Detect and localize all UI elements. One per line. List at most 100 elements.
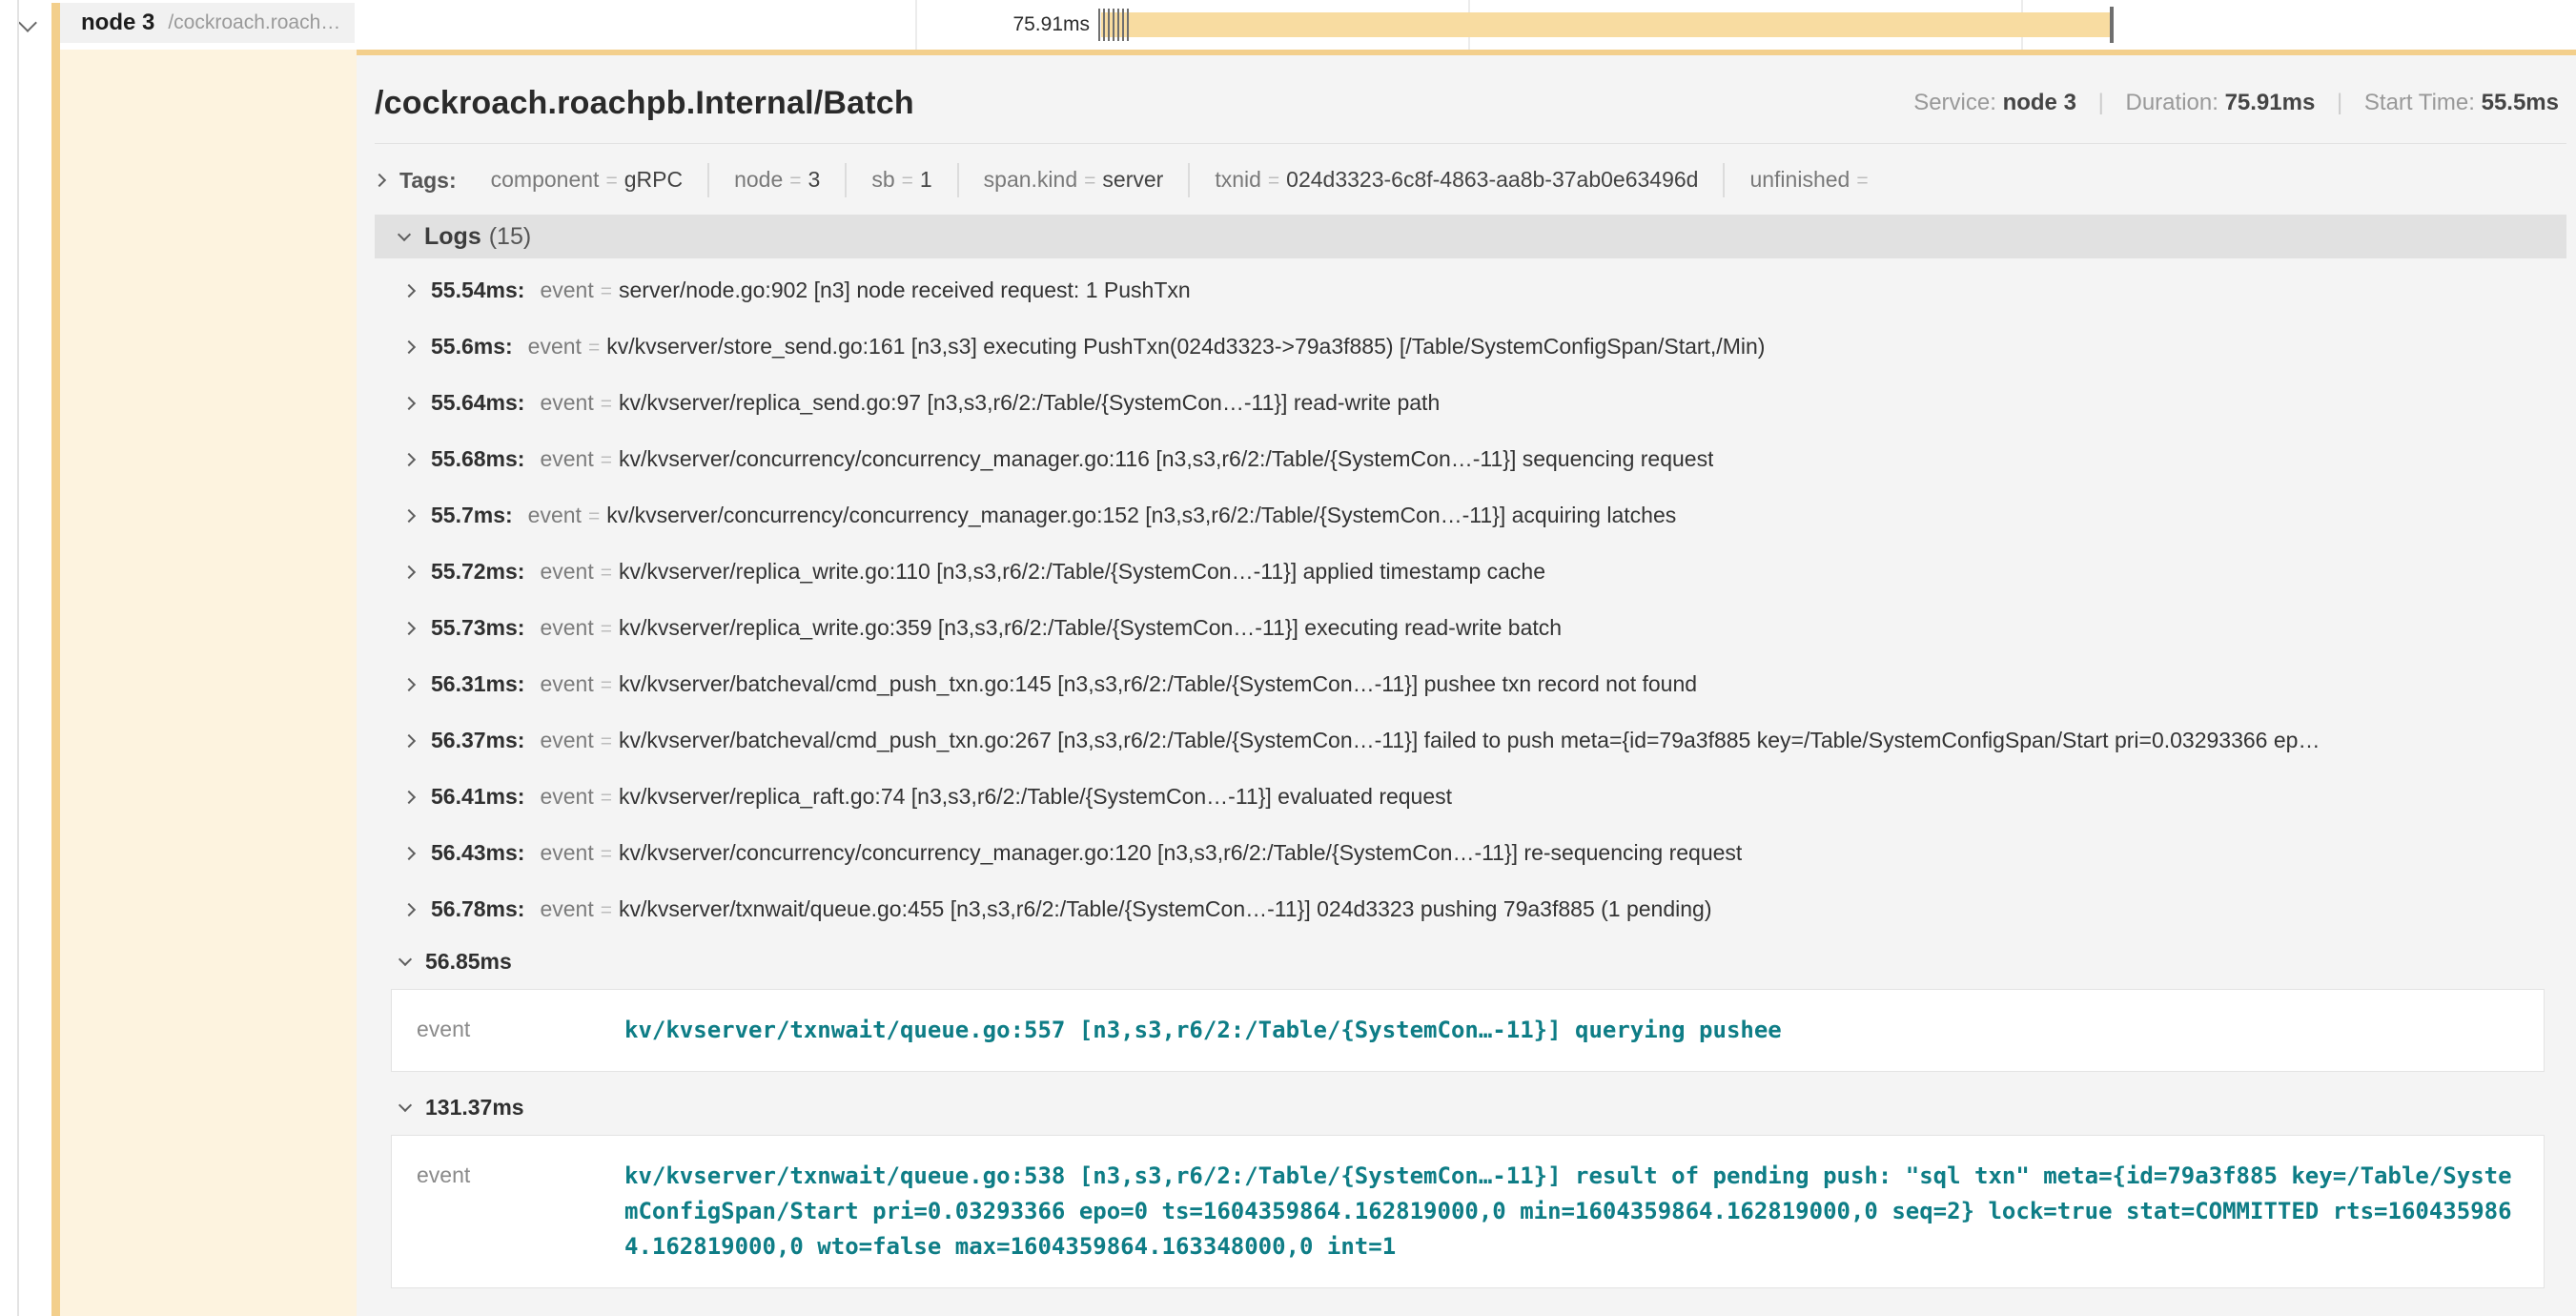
chevron-right-icon: [402, 396, 416, 409]
log-field: event=kv/kvserver/concurrency/concurrenc…: [540, 446, 1713, 472]
log-field-value: kv/kvserver/txnwait/queue.go:538 [n3,s3,…: [624, 1159, 2519, 1265]
chevron-right-icon: [402, 621, 416, 634]
log-row-toggle[interactable]: 131.37ms: [375, 1083, 2566, 1131]
service-value: node 3: [2003, 90, 2076, 115]
service-label: Service:: [1913, 90, 1996, 115]
log-marker-tick: [1127, 9, 1129, 41]
log-timestamp: 56.43ms:: [431, 840, 524, 866]
span-color-strip: [51, 3, 60, 1316]
log-row-toggle[interactable]: 56.43ms: event=kv/kvserver/concurrency/c…: [375, 825, 2566, 881]
log-marker-tick: [1113, 9, 1114, 41]
log-row-toggle[interactable]: 131.39ms: event=kv/kvserver/txnwait/queu…: [375, 1300, 2566, 1316]
log-timestamp: 55.6ms:: [431, 334, 513, 360]
log-field: event=kv/kvserver/replica_write.go:359 […: [540, 615, 1562, 641]
log-marker-tick: [1103, 9, 1105, 41]
log-marker-tick: [1122, 9, 1124, 41]
log-marker-tick: [1117, 9, 1119, 41]
span-service-name: node 3: [81, 10, 154, 36]
tag-pill: node=3: [707, 163, 845, 197]
meta-separator: |: [2098, 90, 2104, 115]
page-title: /cockroach.roachpb.Internal/Batch: [375, 85, 914, 122]
chevron-down-icon: [398, 228, 411, 241]
log-field: event=kv/kvserver/concurrency/concurrenc…: [528, 503, 1677, 528]
chevron-right-icon: [402, 846, 416, 859]
log-field: event=kv/kvserver/replica_send.go:97 [n3…: [540, 390, 1440, 416]
tag-pill: txnid=024d3323-6c8f-4863-aa8b-37ab0e6349…: [1188, 163, 1723, 197]
span-detail-header: /cockroach.roachpb.Internal/Batch Servic…: [375, 82, 2566, 124]
chevron-right-icon: [402, 452, 416, 465]
log-field: event=kv/kvserver/replica_write.go:110 […: [540, 559, 1545, 585]
logs-count: (15): [489, 223, 531, 251]
tag-pill: sb=1: [845, 163, 956, 197]
selected-row-highlight: [60, 50, 357, 1316]
log-field: event=kv/kvserver/replica_raft.go:74 [n3…: [540, 784, 1452, 810]
log-marker-tick: [1108, 9, 1110, 41]
chevron-right-icon: [402, 565, 416, 578]
tag-pill: unfinished=: [1723, 163, 1899, 197]
chevron-down-icon: [18, 13, 37, 32]
log-row-toggle[interactable]: 55.72ms: event=kv/kvserver/replica_write…: [375, 544, 2566, 600]
chevron-down-icon: [399, 953, 412, 966]
duration-label: Duration:: [2126, 90, 2218, 115]
log-marker-tick: [1098, 9, 1100, 41]
span-name-tab[interactable]: node 3 /cockroach.roach…: [51, 3, 355, 43]
chevron-right-icon: [402, 902, 416, 915]
log-entry-expanded: 56.85ms event kv/kvserver/txnwait/queue.…: [375, 937, 2566, 1072]
log-timestamp: 56.31ms:: [431, 671, 524, 697]
start-time-label: Start Time:: [2364, 90, 2475, 115]
log-field-name: event: [417, 1013, 624, 1042]
log-detail-card: event kv/kvserver/txnwait/queue.go:538 […: [391, 1135, 2545, 1288]
log-field: event=server/node.go:902 [n3] node recei…: [540, 278, 1190, 303]
span-meta: Service: node 3 | Duration: 75.91ms | St…: [1913, 90, 2566, 116]
log-row-toggle[interactable]: 55.54ms: event=server/node.go:902 [n3] n…: [375, 262, 2566, 319]
meta-separator: |: [2337, 90, 2342, 115]
log-timestamp: 55.7ms:: [431, 503, 513, 528]
log-list: 55.54ms: event=server/node.go:902 [n3] n…: [375, 262, 2566, 1316]
log-timestamp: 55.72ms:: [431, 559, 524, 585]
log-timestamp: 56.41ms:: [431, 784, 524, 810]
chevron-right-icon: [402, 283, 416, 297]
log-field: event=kv/kvserver/concurrency/concurrenc…: [540, 840, 1742, 866]
chevron-right-icon: [402, 508, 416, 522]
log-timestamp: 55.54ms:: [431, 278, 524, 303]
log-row-toggle[interactable]: 56.85ms: [375, 937, 2566, 985]
log-timestamp: 56.85ms: [425, 949, 512, 975]
log-field: event=kv/kvserver/store_send.go:161 [n3,…: [528, 334, 1766, 360]
chevron-right-icon: [373, 174, 386, 187]
logs-section-toggle[interactable]: Logs (15): [375, 215, 2566, 258]
log-field: event=kv/kvserver/txnwait/queue.go:455 […: [540, 896, 1711, 922]
timeline-row: node 3 /cockroach.roach… 75.91ms: [0, 0, 2576, 50]
chevron-right-icon: [402, 790, 416, 803]
log-timestamp: 56.78ms:: [431, 896, 524, 922]
log-row-toggle[interactable]: 55.68ms: event=kv/kvserver/concurrency/c…: [375, 431, 2566, 487]
log-field: event=kv/kvserver/batcheval/cmd_push_txn…: [540, 671, 1697, 697]
span-duration-label: 75.91ms: [899, 0, 1090, 50]
log-row-toggle[interactable]: 56.31ms: event=kv/kvserver/batcheval/cmd…: [375, 656, 2566, 712]
tree-rail-line: [17, 0, 19, 1316]
log-row-toggle[interactable]: 56.78ms: event=kv/kvserver/txnwait/queue…: [375, 881, 2566, 937]
log-row-toggle[interactable]: 56.41ms: event=kv/kvserver/replica_raft.…: [375, 769, 2566, 825]
start-time-value: 55.5ms: [2482, 90, 2559, 115]
log-marker-end: [2110, 7, 2114, 43]
tags-label: Tags:: [399, 168, 457, 194]
log-row-toggle[interactable]: 56.37ms: event=kv/kvserver/batcheval/cmd…: [375, 712, 2566, 769]
log-row-toggle[interactable]: 55.6ms: event=kv/kvserver/store_send.go:…: [375, 319, 2566, 375]
chevron-down-icon: [399, 1099, 412, 1112]
tags-section-toggle[interactable]: Tags: component=gRPC node=3 sb=1 span.ki…: [375, 159, 2566, 201]
header-divider: [375, 143, 2566, 144]
log-row-toggle[interactable]: 55.7ms: event=kv/kvserver/concurrency/co…: [375, 487, 2566, 544]
collapse-children-button[interactable]: [21, 17, 34, 34]
chevron-right-icon: [402, 677, 416, 690]
span-detail-panel: /cockroach.roachpb.Internal/Batch Servic…: [357, 55, 2576, 1316]
span-bar[interactable]: [1101, 12, 2110, 37]
log-row-toggle[interactable]: 55.73ms: event=kv/kvserver/replica_write…: [375, 600, 2566, 656]
chevron-right-icon: [402, 339, 416, 353]
log-timestamp: 55.68ms:: [431, 446, 524, 472]
log-timestamp: 56.37ms:: [431, 728, 524, 753]
tag-pill: span.kind=server: [957, 163, 1189, 197]
log-field-value: kv/kvserver/txnwait/queue.go:557 [n3,s3,…: [624, 1013, 2519, 1048]
log-row-toggle[interactable]: 55.64ms: event=kv/kvserver/replica_send.…: [375, 375, 2566, 431]
log-detail-card: event kv/kvserver/txnwait/queue.go:557 […: [391, 989, 2545, 1072]
log-timestamp: 55.64ms:: [431, 390, 524, 416]
chevron-right-icon: [402, 733, 416, 747]
